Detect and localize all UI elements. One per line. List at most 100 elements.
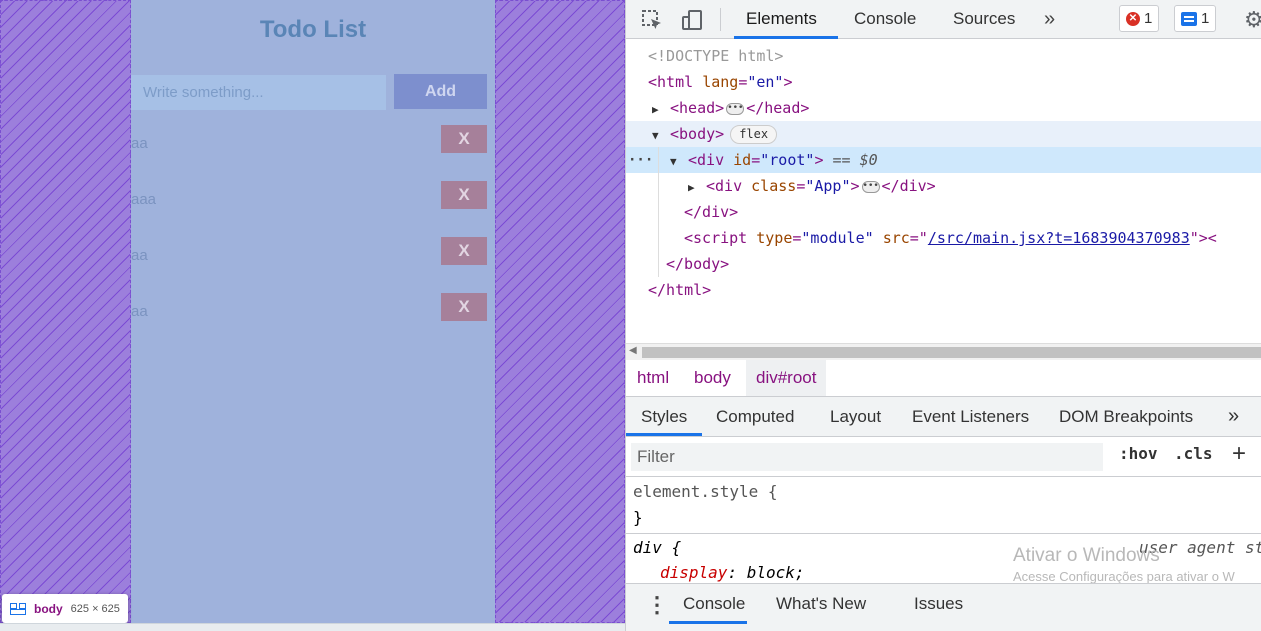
error-icon: ✕ [1126,11,1140,26]
messages-badge[interactable]: 1 [1174,5,1217,32]
element-inspect-tooltip: body 625 × 625 [2,594,128,623]
tab-computed[interactable]: Computed [716,397,794,436]
add-button[interactable]: Add [394,74,487,109]
todo-title: Todo List [259,16,367,43]
errors-badge[interactable]: ✕ 1 [1119,5,1160,32]
tag-text: <div [706,177,743,195]
breadcrumb-html[interactable]: html [637,360,669,396]
dom-node-head[interactable]: ▶ <head> ••• </head> [626,95,1261,121]
dom-node-body[interactable]: ▼ <body> flex [626,121,1261,147]
tag-text: </div> [881,177,936,195]
tag-text: </body> [666,255,730,273]
more-actions-icon[interactable]: ··· [628,147,653,173]
active-tab-indicator [734,36,838,39]
scroll-left-icon[interactable]: ◀ [629,345,637,356]
drawer-menu-icon[interactable]: ⋮ [646,592,668,618]
delete-button[interactable]: X [441,125,487,153]
rule-selector[interactable]: element.style { [633,479,778,505]
delete-button[interactable]: X [441,181,487,209]
tab-console[interactable]: Console [854,0,916,38]
dom-node-div-close[interactable]: </div> [626,199,1261,225]
dom-node-script[interactable]: <script type="module" src="/src/main.jsx… [626,225,1261,251]
tag-text: </div> [684,203,739,221]
dom-node-html-close[interactable]: </html> [626,277,1261,303]
delete-button[interactable]: X [441,293,487,321]
toolbar-divider [720,8,721,31]
scrollbar-thumb[interactable] [642,347,1261,358]
inspect-element-icon[interactable] [640,8,664,32]
tab-event-listeners[interactable]: Event Listeners [912,397,1029,436]
drawer-tab-issues[interactable]: Issues [914,584,963,624]
todo-text: aa [131,303,148,320]
active-tab-indicator [669,621,747,624]
selected-node-marker: == $0 [832,151,878,169]
tab-sources[interactable]: Sources [953,0,1015,38]
active-tab-indicator [626,433,702,436]
new-style-rule-button[interactable]: + [1232,440,1246,468]
rule-close: } [633,508,643,527]
hov-button[interactable]: :hov [1119,444,1158,463]
taskbar-strip [0,623,625,631]
dom-tree: <!DOCTYPE html> <html lang="en"> ▶ <head>… [626,40,1261,343]
messages-count: 1 [1201,10,1210,27]
attr-name: src [882,229,910,247]
filter-input[interactable]: Filter [631,443,1103,471]
gear-icon[interactable]: ⚙ [1244,7,1261,33]
page-viewport: Todo List Write something... Add aa X aa… [0,0,625,623]
tooltip-element-name: body [34,601,63,616]
tab-styles[interactable]: Styles [641,397,687,436]
attr-value: "root" [760,151,815,169]
horizontal-scrollbar[interactable]: ◀ [626,343,1261,360]
drawer-tab-console[interactable]: Console [683,584,745,624]
filter-row: Filter :hov .cls + [626,438,1261,477]
delete-button[interactable]: X [441,237,487,265]
todo-item: aa X [131,237,487,267]
more-tabs-button[interactable]: » [1228,397,1239,436]
expand-triangle-icon[interactable]: ▶ [652,97,670,123]
expand-triangle-icon[interactable]: ▶ [688,175,706,201]
message-icon [1181,11,1197,26]
attr-value: "module" [801,229,874,247]
todo-item: aa X [131,125,487,155]
flex-gap-overlay-left [0,0,131,623]
breadcrumb-div-root[interactable]: div#root [746,360,827,396]
breadcrumb-body[interactable]: body [694,360,731,396]
dom-node-root[interactable]: ··· ▼ <div id="root"> == $0 [626,147,1261,173]
device-toolbar-icon[interactable] [680,8,704,32]
tag-text: <head> [670,99,725,117]
css-property[interactable]: display [660,563,727,582]
collapse-triangle-icon[interactable]: ▼ [652,123,670,149]
css-value[interactable]: block; [747,563,805,582]
attr-value: "App" [805,177,851,195]
attr-value: "en" [747,73,784,91]
more-tabs-button[interactable]: » [1044,0,1055,38]
breadcrumb: html body div#root [626,360,1261,397]
attr-name: class [751,177,797,195]
screen: Todo List Write something... Add aa X aa… [0,0,1261,631]
watermark-title: Ativar o Windows [1013,545,1160,566]
todo-input[interactable]: Write something... [131,75,386,110]
script-src-link[interactable]: /src/main.jsx?t=1683904370983 [928,229,1190,247]
dom-node-app[interactable]: ▶ <div class="App"> ••• </div> [626,173,1261,199]
flex-badge[interactable]: flex [730,125,778,144]
tab-layout[interactable]: Layout [830,397,881,436]
collapse-triangle-icon[interactable]: ▼ [670,149,688,175]
rule-selector[interactable]: div { [633,535,681,561]
tag-text: </html> [648,281,712,299]
drawer-tab-whats-new[interactable]: What's New [776,584,866,624]
flex-gap-overlay-right [495,0,625,623]
tab-elements[interactable]: Elements [746,0,817,38]
collapsed-ellipsis-icon[interactable]: ••• [861,180,880,193]
collapsed-ellipsis-icon[interactable]: ••• [726,102,745,115]
todo-text: aaa [131,191,157,208]
flex-container-icon [10,602,26,615]
dom-node-html[interactable]: <html lang="en"> [626,69,1261,95]
devtools-toolbar: Elements Console Sources » ✕ 1 1 ⚙ [626,0,1261,39]
tag-text: <script [684,229,748,247]
dom-node-body-close[interactable]: </body> [626,251,1261,277]
cls-button[interactable]: .cls [1174,444,1213,463]
dom-node-doctype[interactable]: <!DOCTYPE html> [626,43,1261,69]
tab-dom-breakpoints[interactable]: DOM Breakpoints [1059,397,1193,436]
tag-text: </head> [746,99,810,117]
windows-activation-watermark: Ativar o Windows Acesse Configurações pa… [1013,545,1261,584]
